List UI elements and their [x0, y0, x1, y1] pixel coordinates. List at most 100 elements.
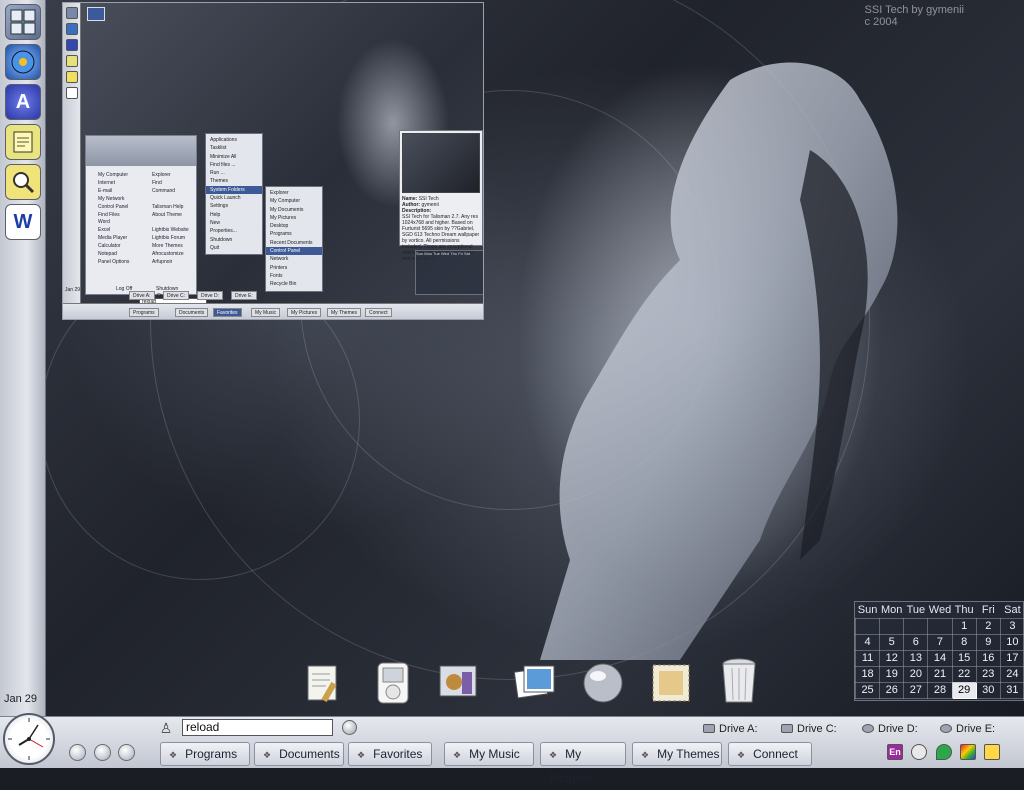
drive-d-button[interactable]: Drive D:: [862, 721, 918, 737]
tab-documents[interactable]: ❖Documents: [254, 742, 344, 766]
preview-theme-info: Name: SSI Tech Author: gymenii Descripti…: [399, 130, 483, 246]
tab-my-music[interactable]: ❖My Music: [444, 742, 534, 766]
calendar-day[interactable]: 14: [928, 650, 952, 666]
preview-left-bar: [63, 3, 81, 303]
calendar-day[interactable]: 21: [928, 666, 952, 682]
calendar-day[interactable]: 13: [904, 650, 928, 666]
tab-favorites[interactable]: ❖Favorites: [348, 742, 432, 766]
calendar-day[interactable]: 17: [1000, 650, 1024, 666]
aol-icon[interactable]: A: [5, 84, 41, 120]
color-tray-icon[interactable]: [960, 744, 976, 760]
run-icon[interactable]: ♙: [156, 719, 176, 737]
wallpaper-figure: [480, 40, 940, 680]
calendar-widget: Sun Mon Tue Wed Thu Fri Sat 1 2 3 4 5 6 …: [854, 601, 1024, 701]
bullet-icon: ❖: [263, 750, 271, 760]
search-icon[interactable]: [5, 164, 41, 200]
calendar-day[interactable]: [904, 618, 928, 634]
drive-label: Drive A:: [719, 723, 758, 735]
calendar-day[interactable]: 19: [880, 666, 904, 682]
theme-preview-window[interactable]: My Computer Internet E-mail My Network C…: [62, 2, 484, 320]
round-button[interactable]: [94, 744, 111, 761]
ipod-dock-icon[interactable]: [370, 660, 416, 706]
calendar-day[interactable]: [880, 618, 904, 634]
tab-my-pictures[interactable]: ❖My Pictures: [540, 742, 626, 766]
calendar-day[interactable]: 7: [928, 634, 952, 650]
recycle-bin-dock-icon[interactable]: [716, 656, 762, 706]
calendar-day[interactable]: 26: [880, 682, 904, 698]
calendar-day[interactable]: 16: [976, 650, 1000, 666]
round-button[interactable]: [118, 744, 135, 761]
bullet-icon: ❖: [169, 750, 177, 760]
tab-label: My Themes: [657, 747, 719, 761]
calendar-day[interactable]: [856, 618, 880, 634]
sphere-dock-icon[interactable]: [580, 660, 626, 706]
day-name: Fri: [976, 602, 1000, 618]
drive-label: Drive E:: [956, 723, 995, 735]
grid-icon: [10, 9, 36, 35]
drive-label: Drive D:: [878, 723, 918, 735]
pictures-dock-icon[interactable]: [512, 660, 558, 706]
day-name: Thu: [952, 602, 976, 618]
network-tray-icon[interactable]: [984, 744, 1000, 760]
calendar-day[interactable]: 2: [976, 618, 1000, 634]
preview-tab: My Themes: [327, 308, 361, 317]
tab-connect[interactable]: ❖Connect: [728, 742, 812, 766]
calendar-day[interactable]: 22: [952, 666, 976, 682]
command-input[interactable]: reload: [182, 719, 333, 736]
cd-drive-icon: [862, 724, 874, 733]
command-go-button[interactable]: [342, 720, 357, 735]
calendar-day[interactable]: 6: [904, 634, 928, 650]
tab-programs[interactable]: ❖Programs: [160, 742, 250, 766]
disc-icon: [10, 49, 36, 75]
preview-drive: Drive C:: [163, 291, 189, 300]
day-name: Tue: [904, 602, 928, 618]
word-icon[interactable]: W: [5, 204, 41, 240]
calendar-week: 11 12 13 14 15 16 17: [856, 650, 1024, 666]
calendar-day[interactable]: 23: [976, 666, 1000, 682]
calendar-day[interactable]: 8: [952, 634, 976, 650]
preview-word-icon: [66, 87, 78, 99]
preview-calendar: Sun Mon Tue Wed Thu Fri Sat: [415, 250, 484, 295]
music-dock-icon[interactable]: [436, 660, 482, 706]
tab-my-themes[interactable]: ❖My Themes: [632, 742, 722, 766]
analog-clock: [3, 713, 55, 765]
documents-dock-icon[interactable]: [300, 660, 346, 706]
leaf-tray-icon[interactable]: [936, 744, 952, 760]
start-menu-icon[interactable]: [5, 4, 41, 40]
calendar-day[interactable]: 24: [1000, 666, 1024, 682]
day-name: Sat: [1000, 602, 1024, 618]
calendar-day[interactable]: 20: [904, 666, 928, 682]
calendar-day[interactable]: 27: [904, 682, 928, 698]
notepad-icon[interactable]: [5, 124, 41, 160]
round-button[interactable]: [69, 744, 86, 761]
calendar-day[interactable]: 1: [952, 618, 976, 634]
calendar-day[interactable]: 12: [880, 650, 904, 666]
calendar-day[interactable]: 28: [928, 682, 952, 698]
calendar-day[interactable]: 5: [880, 634, 904, 650]
drive-c-button[interactable]: Drive C:: [781, 721, 837, 737]
preview-menu-right-column: Explorer Find Command Talisman Help Abou…: [152, 172, 189, 267]
calendar-day[interactable]: 15: [952, 650, 976, 666]
preview-drive: Drive D:: [197, 291, 223, 300]
calendar-day[interactable]: [928, 618, 952, 634]
calendar-day[interactable]: 11: [856, 650, 880, 666]
calendar-day[interactable]: 25: [856, 682, 880, 698]
drive-e-button[interactable]: Drive E:: [940, 721, 995, 737]
calendar-day[interactable]: 4: [856, 634, 880, 650]
drive-a-button[interactable]: Drive A:: [703, 721, 758, 737]
stamp-dock-icon[interactable]: [648, 660, 694, 706]
calendar-day[interactable]: 30: [976, 682, 1000, 698]
mouse-tray-icon[interactable]: [911, 744, 927, 760]
calendar-day[interactable]: 31: [1000, 682, 1024, 698]
calendar-day[interactable]: 18: [856, 666, 880, 682]
media-player-icon[interactable]: [5, 44, 41, 80]
calendar-week: 25 26 27 28 29 30 31: [856, 682, 1024, 698]
calendar-day-today[interactable]: 29: [952, 682, 976, 698]
preview-context-menu: Applications Tasklist Minimize All Find …: [205, 133, 263, 255]
bullet-icon: ❖: [453, 750, 461, 760]
calendar-day[interactable]: 9: [976, 634, 1000, 650]
preview-notepad-icon: [66, 55, 78, 67]
calendar-day[interactable]: 3: [1000, 618, 1024, 634]
language-indicator[interactable]: En: [887, 744, 903, 760]
calendar-day[interactable]: 10: [1000, 634, 1024, 650]
